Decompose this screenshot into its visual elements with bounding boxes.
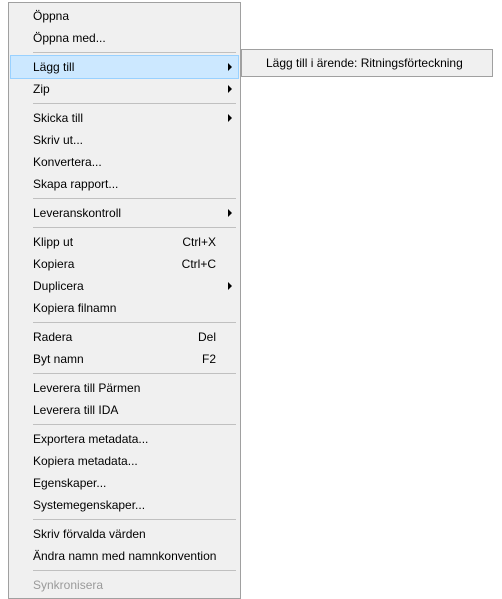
submenu-arrow-icon bbox=[228, 114, 232, 122]
menu-separator bbox=[33, 424, 236, 425]
menu-item-klipp-ut[interactable]: Klipp ut Ctrl+X bbox=[11, 231, 238, 253]
menu-label: Ändra namn med namnkonvention bbox=[33, 549, 234, 563]
menu-label: Öppna bbox=[33, 9, 234, 23]
menu-separator bbox=[33, 198, 236, 199]
menu-label: Skriv förvalda värden bbox=[33, 527, 234, 541]
menu-label: Duplicera bbox=[33, 279, 234, 293]
menu-label: Klipp ut bbox=[33, 235, 182, 249]
menu-label: Konvertera... bbox=[33, 155, 234, 169]
menu-label: Exportera metadata... bbox=[33, 432, 234, 446]
menu-label: Byt namn bbox=[33, 352, 202, 366]
menu-label: Leverera till Pärmen bbox=[33, 381, 234, 395]
menu-separator bbox=[33, 52, 236, 53]
menu-label: Leverera till IDA bbox=[33, 403, 234, 417]
menu-shortcut: Del bbox=[198, 330, 216, 344]
menu-item-leverera-parmen[interactable]: Leverera till Pärmen bbox=[11, 377, 238, 399]
menu-item-lagg-till[interactable]: Lägg till bbox=[10, 55, 239, 79]
submenu-arrow-icon bbox=[228, 85, 232, 93]
menu-label: Leveranskontroll bbox=[33, 206, 234, 220]
menu-item-duplicera[interactable]: Duplicera bbox=[11, 275, 238, 297]
menu-item-zip[interactable]: Zip bbox=[11, 78, 238, 100]
menu-item-konvertera[interactable]: Konvertera... bbox=[11, 151, 238, 173]
submenu-arrow-icon bbox=[228, 63, 232, 71]
menu-label: Zip bbox=[33, 82, 234, 96]
submenu-arrow-icon bbox=[228, 209, 232, 217]
menu-label: Kopiera filnamn bbox=[33, 301, 234, 315]
menu-shortcut: Ctrl+C bbox=[182, 257, 216, 271]
submenu-item-lagg-till-arende[interactable]: Lägg till i ärende: Ritningsförteckning bbox=[244, 52, 490, 74]
menu-label: Skriv ut... bbox=[33, 133, 234, 147]
menu-item-kopiera[interactable]: Kopiera Ctrl+C bbox=[11, 253, 238, 275]
menu-shortcut: Ctrl+X bbox=[182, 235, 216, 249]
menu-item-skapa-rapport[interactable]: Skapa rapport... bbox=[11, 173, 238, 195]
menu-item-skriv-forvalda[interactable]: Skriv förvalda värden bbox=[11, 523, 238, 545]
menu-item-egenskaper[interactable]: Egenskaper... bbox=[11, 472, 238, 494]
menu-item-exportera-metadata[interactable]: Exportera metadata... bbox=[11, 428, 238, 450]
menu-item-andra-namn[interactable]: Ändra namn med namnkonvention bbox=[11, 545, 238, 567]
menu-label: Lägg till bbox=[33, 60, 234, 74]
menu-item-skicka-till[interactable]: Skicka till bbox=[11, 107, 238, 129]
menu-separator bbox=[33, 570, 236, 571]
menu-label: Lägg till i ärende: Ritningsförteckning bbox=[266, 56, 486, 70]
menu-item-oppna-med[interactable]: Öppna med... bbox=[11, 27, 238, 49]
menu-item-kopiera-metadata[interactable]: Kopiera metadata... bbox=[11, 450, 238, 472]
submenu-lagg-till: Lägg till i ärende: Ritningsförteckning bbox=[241, 49, 493, 77]
menu-label: Egenskaper... bbox=[33, 476, 234, 490]
menu-separator bbox=[33, 322, 236, 323]
menu-item-radera[interactable]: Radera Del bbox=[11, 326, 238, 348]
menu-item-synkronisera: Synkronisera bbox=[11, 574, 238, 596]
menu-item-skriv-ut[interactable]: Skriv ut... bbox=[11, 129, 238, 151]
menu-separator bbox=[33, 227, 236, 228]
menu-item-kopiera-filnamn[interactable]: Kopiera filnamn bbox=[11, 297, 238, 319]
menu-label: Systemegenskaper... bbox=[33, 498, 234, 512]
menu-item-oppna[interactable]: Öppna bbox=[11, 5, 238, 27]
menu-item-leveranskontroll[interactable]: Leveranskontroll bbox=[11, 202, 238, 224]
menu-label: Kopiera bbox=[33, 257, 182, 271]
menu-label: Kopiera metadata... bbox=[33, 454, 234, 468]
menu-label: Radera bbox=[33, 330, 198, 344]
menu-label: Öppna med... bbox=[33, 31, 234, 45]
context-menu: Öppna Öppna med... Lägg till Zip Skicka … bbox=[8, 2, 241, 599]
menu-label: Synkronisera bbox=[33, 578, 234, 592]
menu-separator bbox=[33, 103, 236, 104]
submenu-arrow-icon bbox=[228, 282, 232, 290]
menu-item-systemegenskaper[interactable]: Systemegenskaper... bbox=[11, 494, 238, 516]
menu-label: Skicka till bbox=[33, 111, 234, 125]
menu-separator bbox=[33, 373, 236, 374]
menu-separator bbox=[33, 519, 236, 520]
menu-item-leverera-ida[interactable]: Leverera till IDA bbox=[11, 399, 238, 421]
menu-item-byt-namn[interactable]: Byt namn F2 bbox=[11, 348, 238, 370]
menu-label: Skapa rapport... bbox=[33, 177, 234, 191]
menu-shortcut: F2 bbox=[202, 352, 216, 366]
